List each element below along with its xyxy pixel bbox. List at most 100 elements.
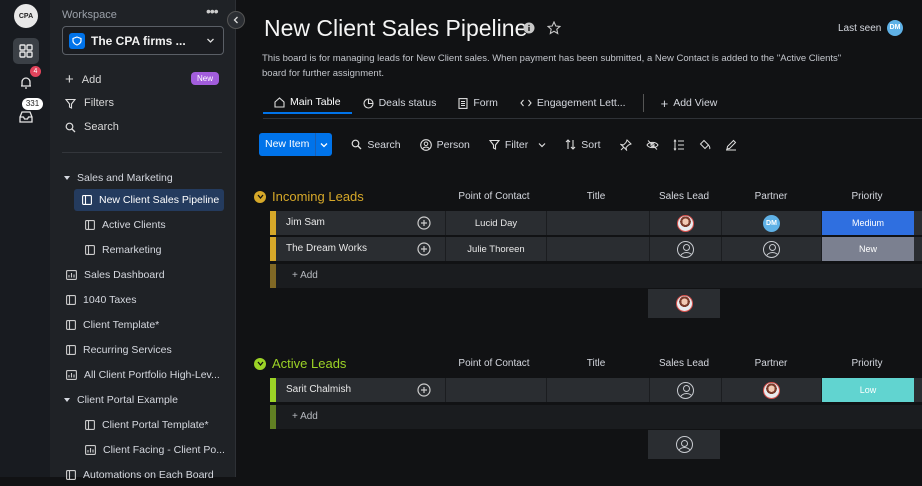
sidebar-item-1040-taxes[interactable]: 1040 Taxes	[66, 289, 137, 311]
tab-form[interactable]: Form	[447, 92, 509, 114]
add-item-row[interactable]: + Add	[270, 405, 922, 429]
home-icon	[274, 96, 285, 108]
board-icon	[66, 320, 76, 330]
collapse-group-icon[interactable]	[254, 357, 266, 370]
table-row[interactable]: The Dream Works Julie Thoreen New	[270, 237, 922, 261]
row-height-icon[interactable]	[673, 138, 685, 151]
board-title[interactable]: New Client Sales Pipeline	[264, 15, 527, 42]
workspace-selector[interactable]: The CPA firms ...	[62, 26, 224, 55]
collapse-group-icon[interactable]	[254, 190, 266, 203]
point-of-contact-cell[interactable]: Lucid Day	[445, 211, 546, 235]
new-item-button[interactable]: New Item	[259, 133, 333, 156]
paint-bucket-icon[interactable]	[699, 139, 711, 151]
caret-down-icon	[64, 398, 70, 402]
point-of-contact-cell[interactable]: Julie Thoreen	[445, 237, 546, 261]
column-header-priority[interactable]: Priority	[819, 191, 915, 202]
priority-cell[interactable]: Low	[821, 378, 914, 402]
shield-icon	[69, 33, 85, 49]
partner-cell[interactable]: DM	[721, 211, 821, 235]
priority-cell[interactable]: Medium	[821, 211, 914, 235]
column-header-partner[interactable]: Partner	[723, 358, 819, 369]
pin-icon[interactable]	[619, 138, 632, 151]
sales-lead-cell[interactable]	[649, 237, 721, 261]
sales-lead-summary	[648, 430, 720, 459]
column-header-point-of-contact[interactable]: Point of Contact	[446, 191, 542, 202]
title-cell[interactable]	[546, 211, 649, 235]
partner-cell[interactable]	[721, 378, 821, 402]
company-logo-icon[interactable]: CPA	[14, 4, 38, 28]
sales-lead-cell[interactable]	[649, 378, 721, 402]
person-filter-button[interactable]: Person	[419, 139, 470, 151]
column-header-sales-lead[interactable]: Sales Lead	[636, 358, 732, 369]
add-update-icon[interactable]	[417, 242, 431, 256]
group-active-leads[interactable]: Active Leads	[254, 356, 346, 371]
group-incoming-leads[interactable]: Incoming Leads	[254, 189, 364, 204]
search-button[interactable]: Search	[65, 118, 119, 136]
sidebar-folder-client-portal-example[interactable]: Client Portal Example	[64, 389, 178, 411]
item-name[interactable]: The Dream Works	[286, 243, 367, 254]
sort-icon	[565, 139, 576, 150]
tab-engagement-letters[interactable]: Engagement Lett...	[509, 92, 637, 114]
column-header-priority[interactable]: Priority	[819, 358, 915, 369]
filters-button[interactable]: Filters	[65, 94, 114, 112]
add-update-icon[interactable]	[417, 383, 431, 397]
user-avatar	[677, 214, 694, 232]
workspaces-button[interactable]	[13, 38, 39, 64]
user-avatar	[675, 295, 693, 312]
sales-lead-cell[interactable]	[649, 211, 721, 235]
item-name[interactable]: Sarit Chalmish	[286, 384, 351, 395]
table-row[interactable]: Jim Sam Lucid Day DM Medium	[270, 211, 922, 235]
code-icon	[520, 99, 532, 107]
table-row[interactable]: Sarit Chalmish Low	[270, 378, 922, 402]
partner-cell[interactable]	[721, 237, 821, 261]
board-icon	[85, 245, 95, 255]
point-of-contact-cell[interactable]	[445, 378, 546, 402]
sidebar-item-all-client-portfolio[interactable]: All Client Portfolio High-Lev...	[66, 364, 220, 386]
add-view-button[interactable]: + Add View	[650, 92, 729, 114]
workspace-name: The CPA firms ...	[91, 34, 186, 48]
left-rail: CPA 4 331	[0, 0, 50, 477]
tab-deals-status[interactable]: Deals status	[352, 92, 448, 114]
plus-icon: +	[660, 95, 669, 111]
title-cell[interactable]	[546, 378, 649, 402]
sidebar-item-new-client-sales-pipeline[interactable]: New Client Sales Pipeline	[74, 189, 224, 211]
sidebar-folder-sales-and-marketing[interactable]: Sales and Marketing	[64, 167, 173, 189]
chevron-down-icon[interactable]	[315, 133, 332, 156]
eye-hide-icon[interactable]	[645, 139, 659, 151]
board-main: New Client Sales Pipeline Last seen DM T…	[237, 0, 922, 477]
filter-button[interactable]: Filter	[488, 139, 546, 151]
search-icon	[65, 122, 76, 132]
sidebar-item-recurring-services[interactable]: Recurring Services	[66, 339, 172, 361]
sidebar-item-active-clients[interactable]: Active Clients	[85, 214, 166, 236]
last-seen-avatar[interactable]: DM	[887, 20, 903, 36]
sidebar-item-client-portal-template[interactable]: Client Portal Template*	[85, 414, 209, 436]
priority-cell[interactable]: New	[821, 237, 914, 261]
sidebar-item-client-template[interactable]: Client Template*	[66, 314, 159, 336]
item-name[interactable]: Jim Sam	[286, 217, 325, 228]
add-button[interactable]: + Add	[65, 71, 101, 89]
add-update-icon[interactable]	[417, 216, 431, 230]
column-header-title[interactable]: Title	[548, 191, 644, 202]
column-header-title[interactable]: Title	[548, 358, 644, 369]
tab-main-table[interactable]: Main Table	[263, 92, 352, 114]
sidebar-item-sales-dashboard[interactable]: Sales Dashboard	[66, 264, 165, 286]
collapse-sidebar-button[interactable]	[227, 11, 245, 29]
last-seen-label: Last seen	[838, 23, 882, 34]
sort-button[interactable]: Sort	[565, 139, 601, 151]
column-header-point-of-contact[interactable]: Point of Contact	[446, 358, 542, 369]
sidebar-item-remarketing[interactable]: Remarketing	[85, 239, 162, 261]
group-color-bar	[270, 211, 276, 235]
title-cell[interactable]	[546, 237, 649, 261]
chevron-down-icon	[538, 142, 546, 147]
workspace-label: Workspace	[62, 9, 117, 21]
column-header-sales-lead[interactable]: Sales Lead	[636, 191, 732, 202]
sidebar-item-automations[interactable]: Automations on Each Board	[66, 464, 214, 486]
column-header-partner[interactable]: Partner	[723, 191, 819, 202]
add-item-row[interactable]: + Add	[270, 264, 922, 288]
edit-icon[interactable]	[725, 139, 737, 151]
search-button[interactable]: Search	[351, 139, 401, 151]
star-icon[interactable]	[547, 21, 561, 35]
sidebar-item-client-facing[interactable]: Client Facing - Client Po...	[85, 439, 225, 461]
workspace-options-icon[interactable]: •••	[206, 3, 219, 19]
info-icon[interactable]	[523, 22, 535, 34]
